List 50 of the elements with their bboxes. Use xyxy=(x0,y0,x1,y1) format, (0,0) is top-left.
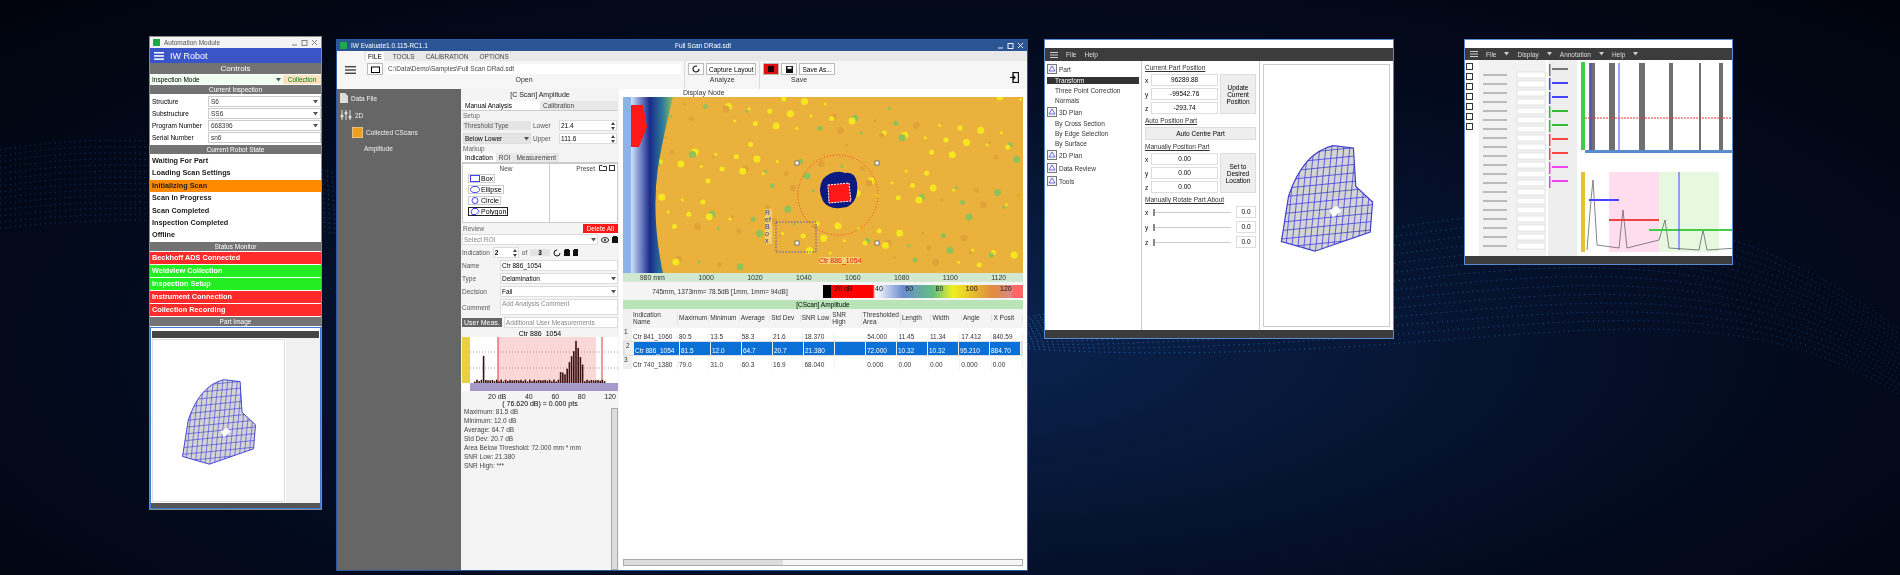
document-icon xyxy=(340,93,348,103)
slider-thumb[interactable] xyxy=(1153,238,1156,246)
circle-icon xyxy=(470,197,480,204)
save-icon xyxy=(785,65,793,73)
caret-icon xyxy=(609,276,616,281)
menu-icon[interactable] xyxy=(345,66,356,74)
trash-icon[interactable] xyxy=(612,236,618,243)
caret-icon xyxy=(1633,52,1639,57)
spinner-arrows-icon[interactable] xyxy=(510,248,517,257)
rectangle-icon xyxy=(470,175,480,182)
sliders-icon xyxy=(340,110,352,120)
refresh-button[interactable] xyxy=(688,63,704,75)
slider-thumb[interactable] xyxy=(1153,223,1156,231)
app-icon xyxy=(340,42,347,49)
window-controls-icon[interactable] xyxy=(998,42,1024,49)
menu-icon[interactable] xyxy=(1050,51,1058,58)
trash-icon[interactable] xyxy=(563,249,570,256)
spinner-arrows-icon[interactable] xyxy=(609,134,615,143)
scrollbar[interactable] xyxy=(611,408,618,570)
polygon-icon xyxy=(470,208,480,215)
slider-thumb[interactable] xyxy=(1153,208,1156,216)
trash-icon[interactable] xyxy=(572,249,580,256)
save-icon[interactable] xyxy=(609,165,615,171)
caret-icon xyxy=(274,77,281,82)
refresh-icon[interactable] xyxy=(552,248,561,257)
ellipse-icon xyxy=(470,186,480,193)
caret-icon xyxy=(589,237,596,242)
record-button[interactable] xyxy=(763,63,780,75)
spinner-arrows-icon[interactable] xyxy=(609,121,615,130)
menu-icon[interactable] xyxy=(154,51,164,60)
scrollbar[interactable] xyxy=(623,559,1023,566)
app-title: IW Robot xyxy=(170,50,208,61)
caret-icon xyxy=(609,289,616,294)
menu-icon[interactable] xyxy=(1470,51,1478,58)
folder-button[interactable] xyxy=(367,63,383,75)
save-button[interactable] xyxy=(781,63,798,75)
section-header: Controls xyxy=(150,63,321,74)
stop-icon xyxy=(768,66,775,72)
caret-icon xyxy=(1546,52,1552,57)
app-icon xyxy=(153,39,160,46)
folder-icon xyxy=(370,65,380,73)
exit-icon[interactable] xyxy=(1010,72,1019,83)
window-controls-icon[interactable] xyxy=(292,39,318,46)
caret-icon xyxy=(1598,52,1604,57)
refresh-icon xyxy=(692,65,700,73)
caret-icon xyxy=(522,136,529,141)
image-layer-icon xyxy=(352,127,363,138)
folder-icon[interactable] xyxy=(599,165,607,171)
eye-icon[interactable] xyxy=(601,236,609,243)
caret-icon xyxy=(1504,52,1510,57)
